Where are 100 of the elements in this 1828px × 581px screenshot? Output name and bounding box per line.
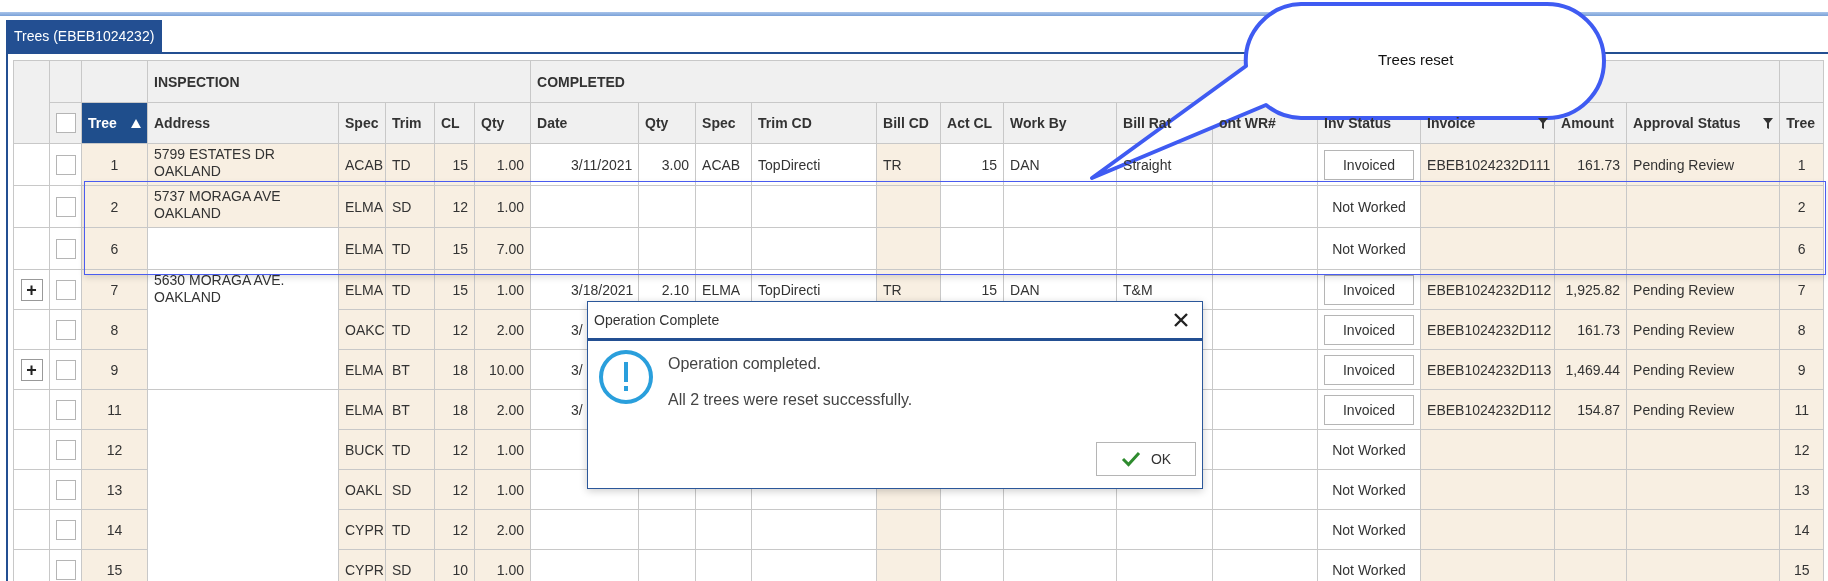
table-cell: CYPR — [338, 509, 386, 550]
status-button[interactable]: Invoiced — [1324, 314, 1415, 345]
select-all-checkbox[interactable] — [55, 113, 76, 133]
table-cell: 15 — [434, 269, 475, 310]
table-cell: 9 — [81, 349, 148, 390]
column-group-header: COMPLETED — [537, 73, 625, 90]
table-cell: 1.00 — [474, 429, 531, 470]
column-header[interactable]: Act CL — [940, 102, 1004, 144]
table-cell: BT — [385, 389, 435, 430]
dialog-message: All 2 trees were reset successfully. — [668, 391, 913, 409]
status-text: Not Worked — [1332, 481, 1406, 498]
table-cell: 1.00 — [474, 185, 531, 228]
row-checkbox[interactable] — [55, 399, 76, 420]
table-cell: 13 — [1779, 469, 1824, 510]
row-checkbox[interactable] — [55, 154, 76, 175]
table-cell: 154.87 — [1554, 389, 1627, 430]
table-cell: 15 — [81, 549, 148, 581]
row-checkbox[interactable] — [55, 359, 76, 380]
tab[interactable]: Trees (EBEB1024232) — [6, 20, 163, 52]
table-cell: EBEB1024232D113 — [1420, 349, 1555, 390]
table-cell: Pending Review — [1626, 389, 1780, 430]
table-cell: 2.00 — [474, 309, 531, 350]
callout-text: Trees reset — [1378, 51, 1454, 68]
table-cell: TD — [385, 309, 435, 350]
table-cell: 6 — [1779, 227, 1824, 270]
table-cell: TD — [385, 509, 435, 550]
table-cell: 11 — [1779, 389, 1824, 430]
table-cell: 12 — [434, 469, 475, 510]
table-cell: EBEB1024232D112 — [1420, 389, 1555, 430]
table-cell: ACAB — [695, 143, 752, 186]
column-header[interactable]: Work By — [1003, 102, 1117, 144]
table-cell: BUCK — [338, 429, 386, 470]
expand-button[interactable]: + — [20, 278, 43, 301]
row-checkbox[interactable] — [55, 559, 76, 580]
filter-icon[interactable] — [1538, 117, 1549, 129]
table-cell: 9 — [1779, 349, 1824, 390]
table-cell: 7.00 — [474, 227, 531, 270]
column-header[interactable]: Spec — [695, 102, 752, 144]
table-cell: 12 — [434, 309, 475, 350]
info-icon — [598, 349, 654, 405]
table-cell: OAKC — [338, 309, 386, 350]
table-cell: ELMA — [338, 269, 386, 310]
table-cell: Pending Review — [1626, 309, 1780, 350]
table-cell: ELMA — [338, 389, 386, 430]
column-header[interactable]: Tree — [1779, 102, 1824, 144]
table-cell: 161.73 — [1554, 309, 1627, 350]
filter-icon[interactable] — [1763, 117, 1774, 129]
table-cell: BT — [385, 349, 435, 390]
status-button[interactable]: Invoiced — [1324, 354, 1415, 385]
table-cell: 12 — [434, 429, 475, 470]
column-header[interactable]: Qty — [474, 102, 531, 144]
table-cell: 3/11/2021 — [530, 143, 639, 186]
table-cell: 2 — [1779, 185, 1824, 228]
row-checkbox[interactable] — [55, 319, 76, 340]
table-cell: 12 — [434, 185, 475, 228]
table-cell: ELMA — [338, 349, 386, 390]
status-button[interactable]: Invoiced — [1324, 394, 1415, 425]
status-button[interactable]: Invoiced — [1324, 274, 1415, 305]
table-cell: 15 — [434, 227, 475, 270]
table-cell: ELMA — [338, 227, 386, 270]
expand-button[interactable]: + — [20, 358, 43, 381]
column-header[interactable]: CL — [434, 102, 475, 144]
table-cell: 6 — [81, 227, 148, 270]
column-header[interactable]: Bill CD — [876, 102, 941, 144]
column-group-header: INSPECTION — [154, 73, 240, 90]
column-header[interactable]: Trim CD — [751, 102, 877, 144]
ok-button[interactable]: OK — [1096, 442, 1196, 476]
table-cell: 1,925.82 — [1554, 269, 1627, 310]
row-checkbox[interactable] — [55, 279, 76, 300]
column-header[interactable]: Address — [147, 102, 339, 144]
row-checkbox[interactable] — [55, 519, 76, 540]
row-checkbox[interactable] — [55, 196, 76, 217]
table-cell: 15 — [940, 143, 1004, 186]
column-header[interactable]: Date — [530, 102, 639, 144]
close-icon[interactable] — [1174, 313, 1188, 327]
status-text: Not Worked — [1332, 198, 1406, 215]
table-cell: 8 — [1779, 309, 1824, 350]
table-cell: 7 — [81, 269, 148, 310]
table-cell: SD — [385, 185, 435, 228]
table-cell: 14 — [81, 509, 148, 550]
table-cell: SD — [385, 549, 435, 581]
status-text: Not Worked — [1332, 240, 1406, 257]
column-header[interactable]: Qty — [638, 102, 696, 144]
column-header[interactable]: Tree — [81, 102, 148, 144]
table-cell: 13 — [81, 469, 148, 510]
status-button[interactable]: Invoiced — [1324, 149, 1415, 180]
row-checkbox[interactable] — [55, 439, 76, 460]
table-cell: ELMA — [338, 185, 386, 228]
row-checkbox[interactable] — [55, 479, 76, 500]
row-checkbox[interactable] — [55, 238, 76, 259]
table-cell: 1,469.44 — [1554, 349, 1627, 390]
column-header[interactable]: Spec — [338, 102, 386, 144]
column-header[interactable]: Approval Status — [1626, 102, 1780, 144]
table-cell: 12 — [1779, 429, 1824, 470]
column-header[interactable]: Trim — [385, 102, 435, 144]
dialog-message: Operation completed. — [668, 355, 822, 373]
sort-ascending-icon — [131, 118, 141, 128]
table-cell: 12 — [81, 429, 148, 470]
table-cell: TD — [385, 269, 435, 310]
table-cell: 7 — [1779, 269, 1824, 310]
